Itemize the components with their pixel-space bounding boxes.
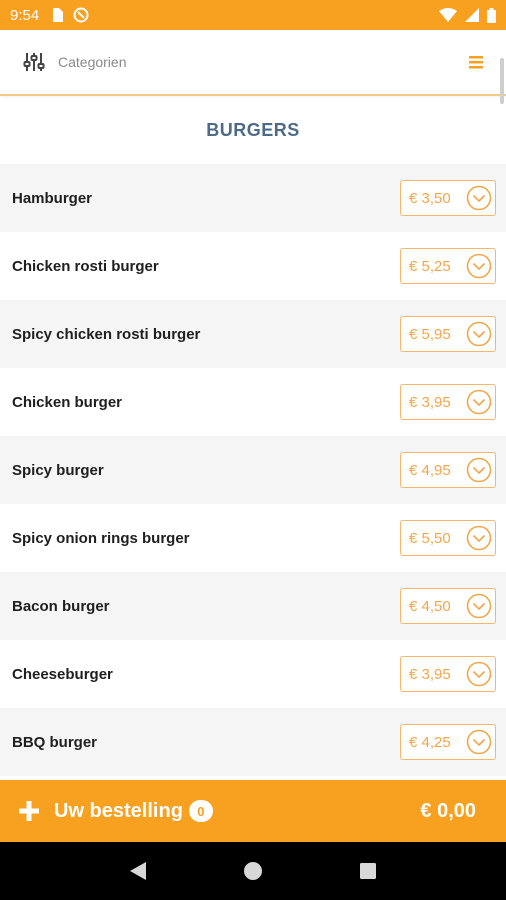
signal-icon	[465, 8, 479, 22]
price-button[interactable]: € 5,95	[400, 316, 496, 352]
order-count-badge: 0	[188, 800, 213, 822]
product-row[interactable]: Cheeseburger € 3,95	[0, 640, 506, 708]
product-row[interactable]: BBQ burger € 4,25	[0, 708, 506, 776]
sim-card-icon	[53, 8, 64, 22]
nav-recents-button[interactable]	[348, 851, 388, 891]
plus-icon[interactable]	[18, 800, 40, 822]
status-icons-right	[439, 7, 496, 23]
back-triangle-icon	[129, 862, 146, 880]
price-button[interactable]: € 4,50	[400, 588, 496, 624]
chevron-down-circle-icon[interactable]	[466, 457, 492, 483]
price-text: € 4,25	[409, 733, 451, 751]
price-button[interactable]: € 3,95	[400, 384, 496, 420]
product-row[interactable]: Spicy chicken rosti burger € 5,95	[0, 300, 506, 368]
nav-back-button[interactable]	[118, 851, 158, 891]
android-nav-bar	[0, 842, 506, 900]
home-circle-icon	[243, 862, 262, 880]
status-time: 9:54	[10, 6, 40, 24]
status-bar: 9:54	[0, 0, 506, 30]
price-button[interactable]: € 5,50	[400, 520, 496, 556]
price-button[interactable]: € 4,95	[400, 452, 496, 488]
product-name[interactable]: Bacon burger	[12, 598, 110, 615]
product-row[interactable]: Chicken rosti burger € 5,25	[0, 232, 506, 300]
price-text: € 3,50	[409, 189, 451, 207]
recents-square-icon	[360, 863, 377, 879]
product-name[interactable]: Hamburger	[12, 190, 92, 207]
product-name[interactable]: Cheeseburger	[12, 666, 113, 683]
wifi-icon	[439, 8, 457, 22]
nav-home-button[interactable]	[233, 851, 273, 891]
price-button[interactable]: € 4,25	[400, 724, 496, 760]
order-label[interactable]: Uw bestelling	[54, 800, 183, 823]
product-name[interactable]: Spicy onion rings burger	[12, 530, 190, 547]
chevron-down-circle-icon[interactable]	[466, 185, 492, 211]
product-row[interactable]: Hamburger € 3,50	[0, 164, 506, 232]
product-row[interactable]: Spicy burger € 4,95	[0, 436, 506, 504]
price-text: € 5,50	[409, 529, 451, 547]
product-name[interactable]: Chicken rosti burger	[12, 258, 159, 275]
chevron-down-circle-icon[interactable]	[466, 593, 492, 619]
section-title: BURGERS	[206, 120, 300, 140]
price-text: € 5,95	[409, 325, 451, 343]
no-disturb-icon	[73, 7, 89, 23]
scrollbar[interactable]	[500, 58, 504, 104]
hamburger-menu-icon[interactable]	[468, 54, 484, 70]
category-bar[interactable]: Categorien	[0, 30, 506, 96]
price-button[interactable]: € 3,95	[400, 656, 496, 692]
status-icons-left	[51, 7, 89, 23]
order-bar[interactable]: Uw bestelling 0 € 0,00	[0, 780, 506, 842]
price-text: € 3,95	[409, 393, 451, 411]
product-name[interactable]: Chicken burger	[12, 394, 122, 411]
chevron-down-circle-icon[interactable]	[466, 389, 492, 415]
chevron-down-circle-icon[interactable]	[466, 253, 492, 279]
price-text: € 4,95	[409, 461, 451, 479]
sliders-icon[interactable]	[22, 50, 46, 74]
product-list: Hamburger € 3,50 Chicken rosti burger € …	[0, 164, 506, 776]
chevron-down-circle-icon[interactable]	[466, 321, 492, 347]
chevron-down-circle-icon[interactable]	[466, 729, 492, 755]
chevron-down-circle-icon[interactable]	[466, 661, 492, 687]
product-name[interactable]: Spicy chicken rosti burger	[12, 326, 200, 343]
price-text: € 3,95	[409, 665, 451, 683]
chevron-down-circle-icon[interactable]	[466, 525, 492, 551]
product-row[interactable]: Chicken burger € 3,95	[0, 368, 506, 436]
battery-icon	[487, 7, 496, 23]
price-text: € 4,50	[409, 597, 451, 615]
price-button[interactable]: € 3,50	[400, 180, 496, 216]
order-total: € 0,00	[420, 799, 476, 822]
category-label[interactable]: Categorien	[58, 54, 127, 70]
product-row[interactable]: Spicy onion rings burger € 5,50	[0, 504, 506, 572]
product-name[interactable]: BBQ burger	[12, 734, 97, 751]
product-name[interactable]: Spicy burger	[12, 462, 104, 479]
product-row[interactable]: Bacon burger € 4,50	[0, 572, 506, 640]
price-text: € 5,25	[409, 257, 451, 275]
price-button[interactable]: € 5,25	[400, 248, 496, 284]
